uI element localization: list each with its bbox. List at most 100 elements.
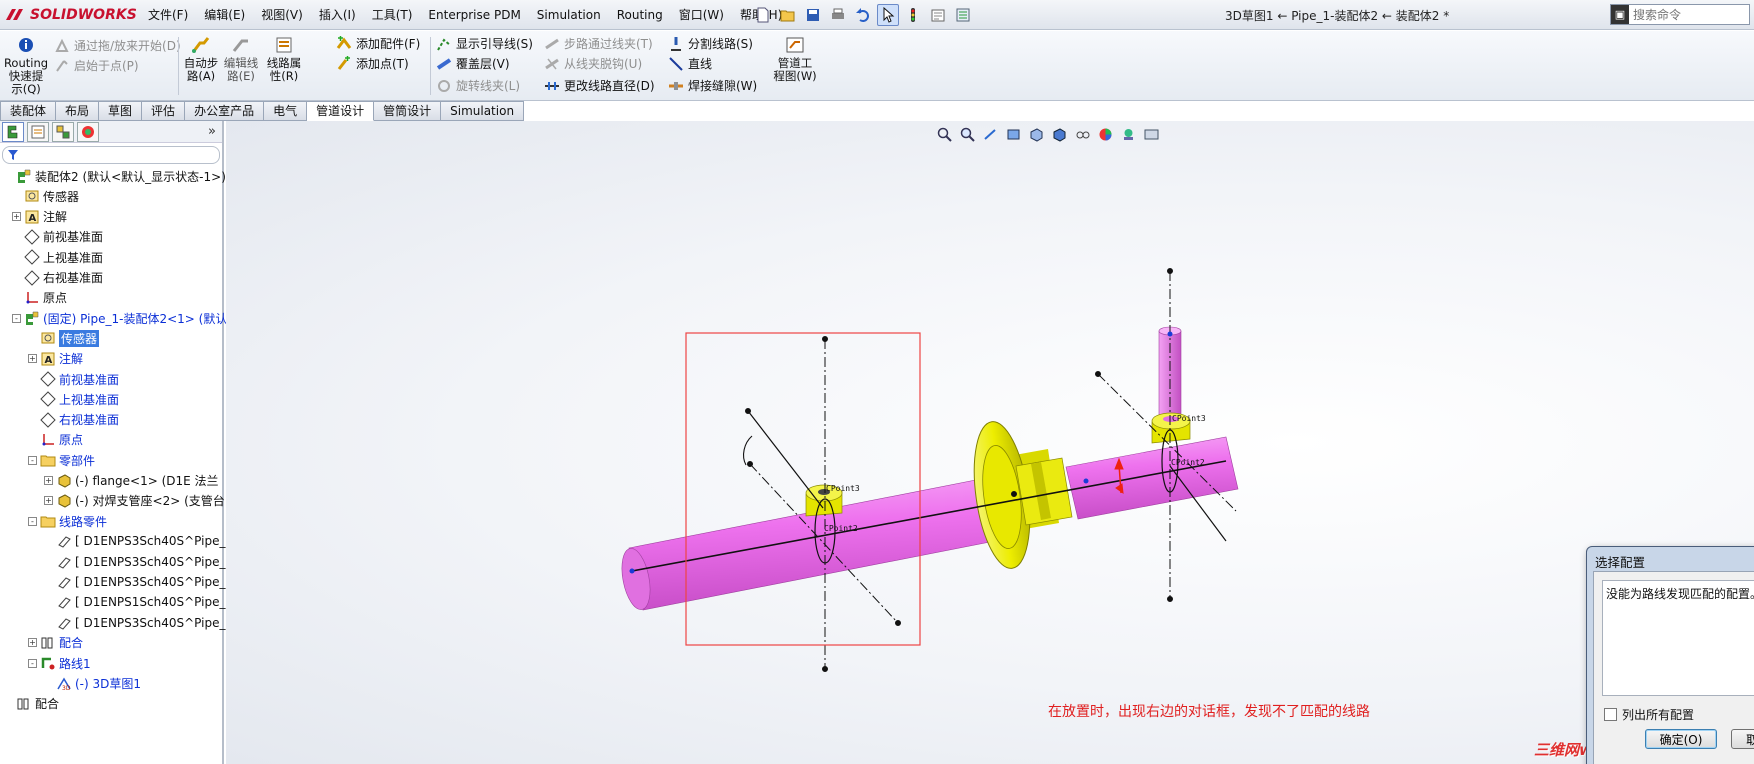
- show-all-configurations[interactable]: 列出所有配置: [1604, 706, 1694, 723]
- command-tab[interactable]: 管筒设计: [374, 101, 442, 121]
- menu-item[interactable]: 窗口(W): [671, 6, 732, 24]
- tree-node[interactable]: [ D1ENPS3Sch40S^Pipe_: [44, 614, 226, 632]
- route-properties-button[interactable]: 线路属 性(R): [262, 35, 306, 83]
- tree-node[interactable]: - 路线1: [28, 654, 91, 672]
- tree-node[interactable]: 上视基准面: [12, 248, 103, 266]
- command-tab[interactable]: 办公室产品: [185, 101, 265, 121]
- expander-icon[interactable]: +: [28, 354, 37, 364]
- ok-button[interactable]: 确定(O): [1645, 729, 1717, 749]
- rotate-clip-button[interactable]: 旋转线夹(L): [436, 77, 520, 94]
- menu-item[interactable]: 工具(T): [364, 6, 421, 24]
- auto-route-button[interactable]: 自动步 路(A): [180, 35, 222, 83]
- file-properties-icon[interactable]: [927, 4, 949, 26]
- menu-item[interactable]: Enterprise PDM: [420, 6, 528, 24]
- command-tab[interactable]: 电气: [264, 101, 308, 121]
- options-icon[interactable]: [952, 4, 974, 26]
- expander-icon[interactable]: -: [28, 455, 37, 465]
- rebuild-icon[interactable]: [902, 4, 924, 26]
- tree-node[interactable]: + 配合: [28, 634, 83, 652]
- menu-item[interactable]: 文件(F): [140, 6, 196, 24]
- start-at-point-button[interactable]: 启始于点(P): [54, 57, 139, 74]
- command-tab[interactable]: 管道设计: [307, 101, 375, 121]
- tree-node[interactable]: 右视基准面: [28, 411, 119, 429]
- expander-icon[interactable]: -: [28, 658, 37, 668]
- tree-node[interactable]: [ D1ENPS1Sch40S^Pipe_: [44, 593, 226, 611]
- property-manager-tab-icon[interactable]: [27, 121, 49, 142]
- tree-node[interactable]: 传感器: [28, 329, 100, 347]
- drag-drop-start-button[interactable]: 通过拖/放来开始(D): [54, 37, 181, 54]
- change-route-diameter-button[interactable]: 更改线路直径(D): [544, 77, 655, 94]
- select-pointer-icon[interactable]: [877, 4, 899, 26]
- tree-node[interactable]: 传感器: [12, 187, 79, 205]
- tree-node[interactable]: [ D1ENPS3Sch40S^Pipe_: [44, 532, 226, 550]
- command-tab[interactable]: 草图: [99, 101, 143, 121]
- save-icon[interactable]: [802, 4, 824, 26]
- tree-filter[interactable]: [2, 146, 220, 164]
- search-input[interactable]: [1629, 7, 1744, 22]
- unclip-button[interactable]: 从线夹脱钩(U): [544, 55, 642, 72]
- weld-gap-button[interactable]: 焊接缝隙(W): [668, 77, 757, 94]
- tree-node[interactable]: 原点: [28, 431, 83, 449]
- cancel-button[interactable]: 取消(C): [1731, 729, 1754, 749]
- routing-tips-button[interactable]: Routing 快速提示(Q): [4, 35, 48, 96]
- command-tab[interactable]: 评估: [142, 101, 186, 121]
- tree-node[interactable]: - (固定) Pipe_1-装配体2<1> (默认: [12, 309, 227, 327]
- split-route-button[interactable]: 分割线路(S): [668, 35, 753, 52]
- expander-icon[interactable]: +: [12, 212, 21, 222]
- tree-node[interactable]: 前视基准面: [12, 228, 103, 246]
- route-through-clip-button[interactable]: 步路通过线夹(T): [544, 35, 653, 52]
- print-icon[interactable]: [827, 4, 849, 26]
- tree-node[interactable]: 3D (-) 3D草图1: [44, 675, 141, 693]
- tree-node[interactable]: - 零部件: [28, 451, 95, 469]
- command-tab[interactable]: 布局: [56, 101, 100, 121]
- tree-node[interactable]: + (-) 对焊支管座<2> (支管台: [44, 492, 225, 510]
- feature-manager-tab-icon[interactable]: [2, 121, 24, 142]
- cover-button[interactable]: 覆盖层(V): [436, 55, 510, 72]
- flange[interactable]: [966, 418, 1073, 572]
- tree-node[interactable]: + (-) flange<1> (D1E 法兰: [44, 472, 219, 490]
- graphics-viewport[interactable]: CPoint3 CPoint2 CPoint3 CPoint2 在放置时，出现右…: [226, 121, 1754, 764]
- menu-item[interactable]: Simulation: [529, 6, 609, 24]
- tree-node[interactable]: 上视基准面: [28, 390, 119, 408]
- expander-icon[interactable]: +: [28, 638, 37, 648]
- tree-node[interactable]: 前视基准面: [28, 370, 119, 388]
- expander-icon[interactable]: -: [28, 516, 37, 526]
- expand-panel-icon[interactable]: »: [208, 124, 216, 139]
- tree-node[interactable]: 原点: [12, 289, 67, 307]
- tree-node[interactable]: 装配体2 (默认<默认_显示状态-1>): [4, 167, 226, 185]
- line-button[interactable]: 直线: [668, 55, 712, 72]
- configuration-list[interactable]: 没能为路线发现匹配的配置。: [1602, 580, 1754, 696]
- add-fitting-button[interactable]: 添加配件(F): [336, 35, 420, 52]
- tree-node[interactable]: + A 注解: [28, 350, 83, 368]
- tree-node[interactable]: [ D1ENPS3Sch40S^Pipe_: [44, 573, 226, 591]
- menu-item[interactable]: 视图(V): [253, 6, 311, 24]
- open-icon[interactable]: [777, 4, 799, 26]
- undo-icon[interactable]: [852, 4, 874, 26]
- command-tab[interactable]: Simulation: [441, 101, 525, 121]
- expander-icon[interactable]: +: [44, 476, 53, 485]
- new-document-icon[interactable]: [752, 4, 774, 26]
- search-box[interactable]: ▣: [1610, 4, 1750, 25]
- configuration-manager-tab-icon[interactable]: [52, 121, 74, 142]
- tree-node[interactable]: 配合: [4, 695, 59, 713]
- tree-node[interactable]: [ D1ENPS3Sch40S^Pipe_: [44, 553, 226, 571]
- command-tab[interactable]: 装配体: [0, 101, 57, 121]
- pipe-segment-right[interactable]: [1065, 436, 1239, 520]
- pipe-drawing-button[interactable]: 管道工 程图(W): [772, 35, 818, 83]
- expander-icon[interactable]: -: [12, 313, 21, 323]
- edit-route-button[interactable]: 编辑线 路(E): [220, 35, 262, 83]
- tree-node[interactable]: + A 注解: [12, 208, 67, 226]
- add-point-button[interactable]: 添加点(T): [336, 55, 409, 72]
- expander-icon[interactable]: +: [44, 496, 53, 506]
- model-scene[interactable]: CPoint3 CPoint2 CPoint3 CPoint2: [226, 121, 1754, 764]
- display-manager-tab-icon[interactable]: [77, 121, 99, 142]
- tree-node[interactable]: 右视基准面: [12, 269, 103, 287]
- menu-item[interactable]: 插入(I): [311, 6, 364, 24]
- tree-node[interactable]: - 线路零件: [28, 512, 107, 530]
- select-configuration-dialog[interactable]: 选择配置 ✕ 没能为路线发现匹配的配置。 列出所有配置 确定(O) 取消(C): [1586, 546, 1754, 764]
- solidworks-logo[interactable]: SOLIDWORKS: [4, 5, 137, 25]
- show-all-checkbox[interactable]: [1604, 708, 1617, 721]
- menu-item[interactable]: Routing: [609, 6, 671, 24]
- show-guidelines-button[interactable]: 显示引导线(S): [436, 35, 533, 52]
- menu-item[interactable]: 编辑(E): [196, 6, 253, 24]
